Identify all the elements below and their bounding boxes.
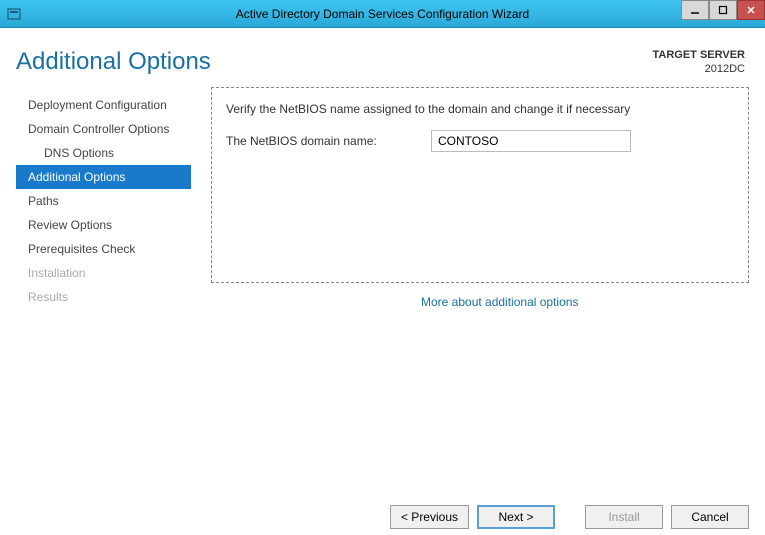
sidebar-item-paths[interactable]: Paths [16,189,191,213]
netbios-input[interactable] [431,130,631,152]
content-panel: Verify the NetBIOS name assigned to the … [211,87,749,283]
target-server-value: 2012DC [653,62,746,76]
target-server-label: TARGET SERVER [653,48,746,62]
sidebar-item-installation: Installation [16,261,191,285]
window-title: Active Directory Domain Services Configu… [236,7,529,21]
minimize-button[interactable] [681,0,709,20]
more-about-link[interactable]: More about additional options [421,295,749,309]
netbios-label: The NetBIOS domain name: [226,134,421,148]
sidebar-item-review-options[interactable]: Review Options [16,213,191,237]
next-button[interactable]: Next > [477,505,555,529]
sidebar-item-domain-controller-options[interactable]: Domain Controller Options [16,117,191,141]
window-controls [681,0,765,20]
sidebar-item-deployment-configuration[interactable]: Deployment Configuration [16,93,191,117]
install-button[interactable]: Install [585,505,663,529]
page-title: Additional Options [16,48,211,77]
instruction-text: Verify the NetBIOS name assigned to the … [226,102,734,116]
sidebar-item-results: Results [16,285,191,309]
sidebar-item-additional-options[interactable]: Additional Options [16,165,191,189]
close-button[interactable] [737,0,765,20]
netbios-row: The NetBIOS domain name: [226,130,734,152]
footer: < Previous Next > Install Cancel [374,497,765,535]
target-server: TARGET SERVER 2012DC [653,48,746,77]
cancel-button[interactable]: Cancel [671,505,749,529]
sidebar-item-prerequisites-check[interactable]: Prerequisites Check [16,237,191,261]
sidebar-item-dns-options[interactable]: DNS Options [16,141,191,165]
main: Deployment Configuration Domain Controll… [0,87,765,309]
maximize-button[interactable] [709,0,737,20]
titlebar: Active Directory Domain Services Configu… [0,0,765,28]
sidebar: Deployment Configuration Domain Controll… [16,87,191,309]
previous-button[interactable]: < Previous [390,505,469,529]
header: Additional Options TARGET SERVER 2012DC [0,28,765,87]
app-icon [6,6,22,22]
